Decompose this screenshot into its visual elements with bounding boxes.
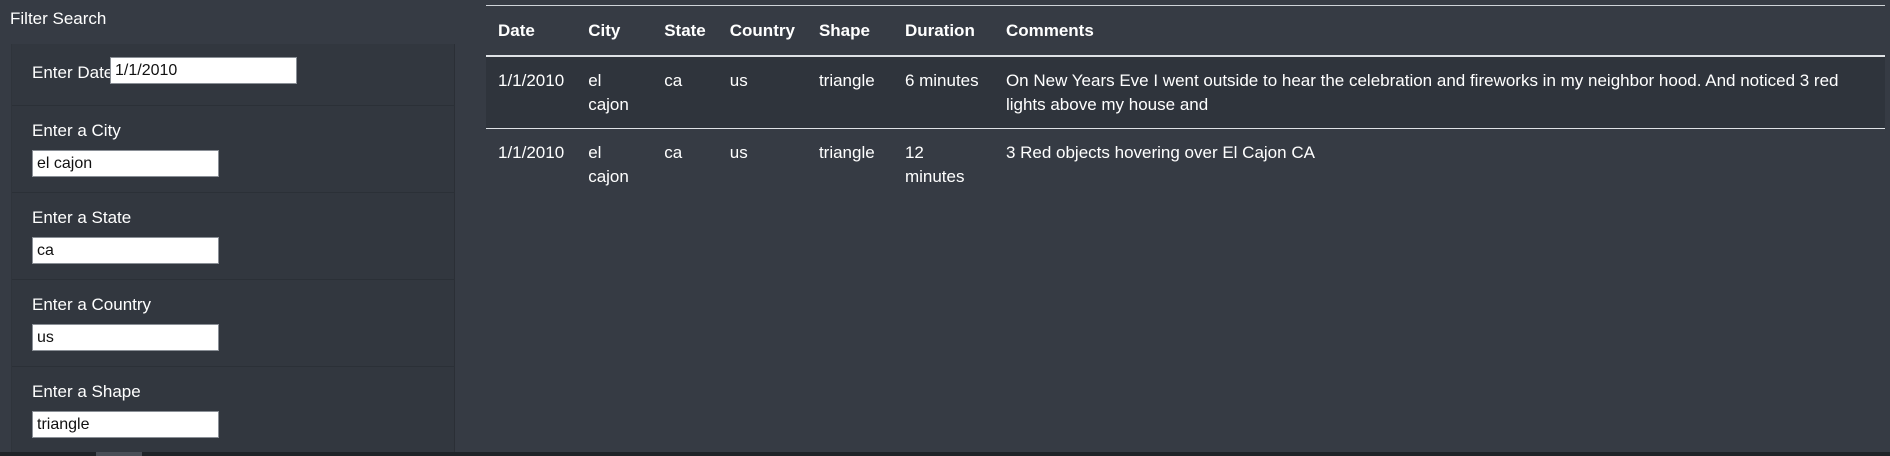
header-comments: Comments <box>993 5 1885 57</box>
results-table-container: Date City State Country Shape Duration C… <box>486 5 1885 200</box>
cell-state: ca <box>664 71 683 90</box>
cell-country: us <box>729 71 748 90</box>
cell-date: 1/1/2010 <box>486 128 577 200</box>
country-label: Enter a Country <box>32 295 152 314</box>
scrollbar-thumb[interactable] <box>96 452 142 456</box>
cell-city: el cajon <box>576 128 653 200</box>
header-date: Date <box>486 5 577 57</box>
filter-list: Enter Date Enter a City Enter a State En… <box>11 44 455 456</box>
filter-title: Filter Search <box>10 9 107 28</box>
shape-label: Enter a Shape <box>32 382 141 401</box>
date-label: Enter Date <box>32 63 114 82</box>
header-state: State <box>652 5 718 57</box>
cell-shape: triangle <box>818 71 875 90</box>
header-duration: Duration <box>892 5 994 57</box>
cell-comments: 3 Red objects hovering over El Cajon CA <box>993 128 1885 200</box>
filter-item-state: Enter a State <box>12 192 455 279</box>
city-input[interactable] <box>32 150 219 177</box>
page: Filter Search Enter Date Enter a City En… <box>0 0 1890 456</box>
shape-input[interactable] <box>32 411 219 438</box>
cell-country: us <box>717 128 807 200</box>
filter-item-city: Enter a City <box>12 105 455 192</box>
country-input[interactable] <box>32 324 219 351</box>
filter-item-country: Enter a Country <box>12 279 455 366</box>
city-label: Enter a City <box>32 121 121 140</box>
filter-panel: Filter Search Enter Date Enter a City En… <box>0 0 456 456</box>
state-label: Enter a State <box>32 208 132 227</box>
state-input[interactable] <box>32 237 219 264</box>
table-body: 1/1/2010 el cajon ca us triangle 6 minut… <box>486 56 1885 200</box>
cell-city: el cajon <box>588 71 629 114</box>
table-row: 1/1/2010 el cajon ca us triangle 6 minut… <box>486 56 1885 129</box>
header-shape: Shape <box>806 5 893 57</box>
header-country: Country <box>717 5 807 57</box>
cell-duration: 6 minutes <box>904 71 979 90</box>
table-row: 1/1/2010 el cajon ca us triangle 12 minu… <box>486 128 1885 200</box>
date-input[interactable] <box>110 57 297 84</box>
cell-comments: On New Years Eve I went outside to hear … <box>1005 71 1839 114</box>
cell-date: 1/1/2010 <box>498 71 565 90</box>
header-row: Date City State Country Shape Duration C… <box>486 5 1885 57</box>
filter-item-date: Enter Date <box>12 44 455 105</box>
results-table: Date City State Country Shape Duration C… <box>486 5 1885 200</box>
table-header: Date City State Country Shape Duration C… <box>486 5 1885 57</box>
filter-item-shape: Enter a Shape <box>12 366 455 456</box>
cell-state: ca <box>652 128 718 200</box>
cell-shape: triangle <box>806 128 893 200</box>
cell-duration: 12 minutes <box>892 128 994 200</box>
header-city: City <box>576 5 653 57</box>
horizontal-scrollbar[interactable] <box>0 452 1890 456</box>
